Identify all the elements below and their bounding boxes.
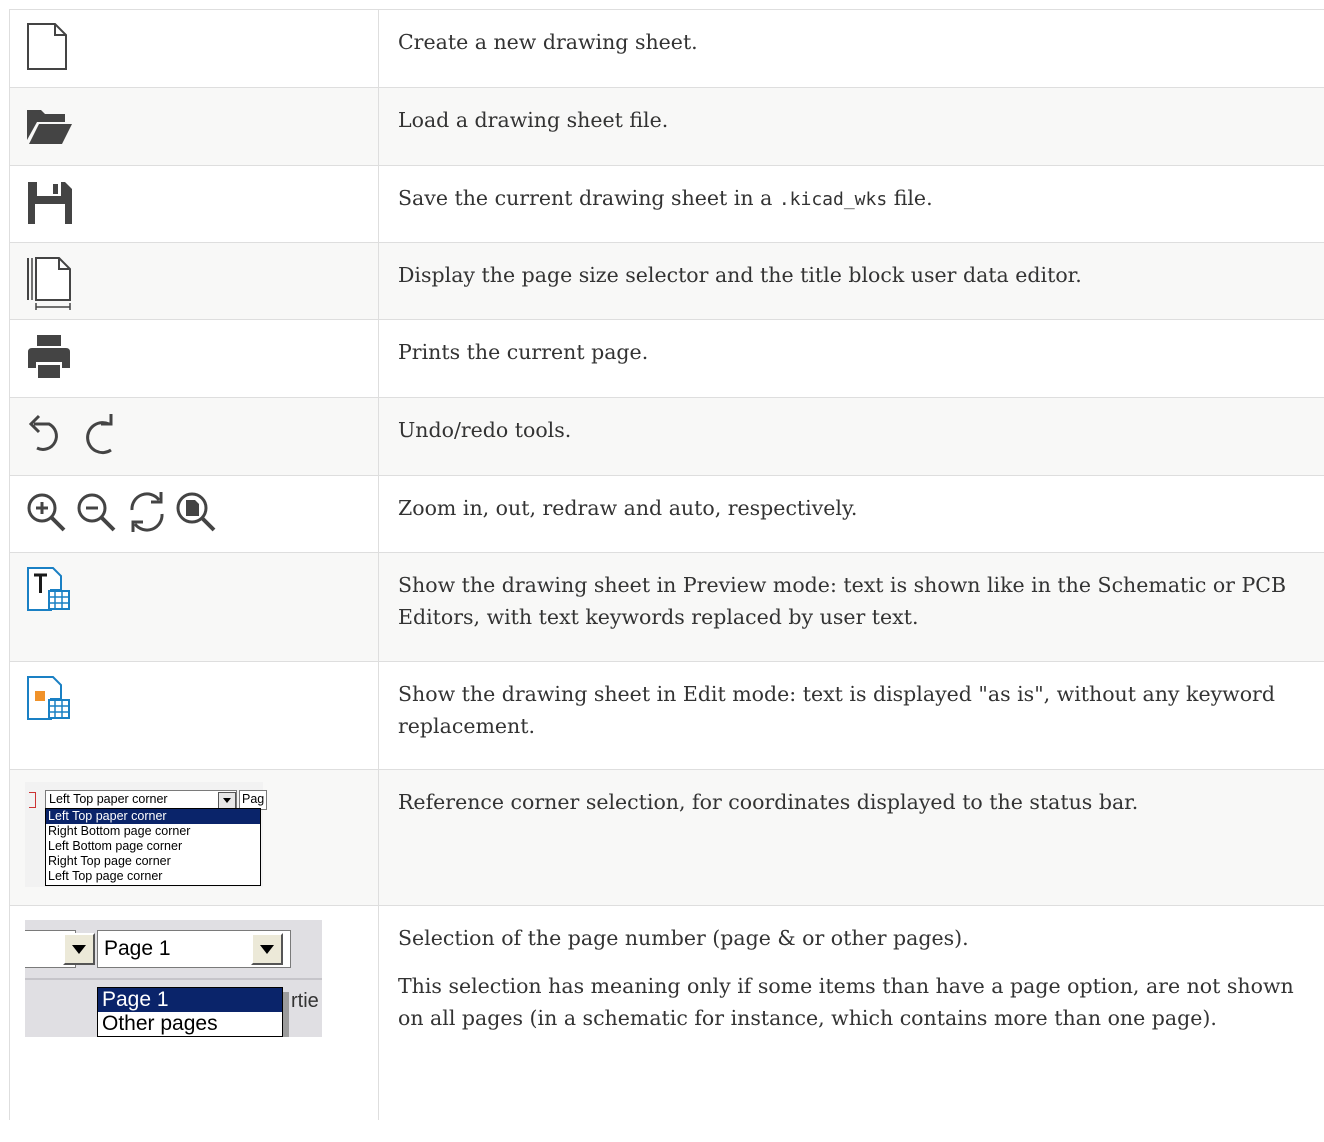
redo-icon — [86, 414, 113, 455]
dropdown-option[interactable]: Other pages — [98, 1012, 282, 1036]
chevron-down-icon[interactable] — [251, 933, 283, 965]
dropdown-option[interactable]: Left Top paper corner — [46, 809, 260, 824]
table-row: Zoom in, out, redraw and auto, respectiv… — [9, 475, 1324, 553]
icon-cell — [9, 9, 379, 88]
dropdown-option[interactable]: Right Top page corner — [46, 854, 260, 869]
icon-cell — [9, 552, 379, 662]
toolbar-edge — [29, 792, 36, 808]
dropdown-option[interactable]: Left Bottom page corner — [46, 839, 260, 854]
description-cell: Display the page size selector and the t… — [378, 242, 1324, 320]
table-row: Show the drawing sheet in Preview mode: … — [9, 552, 1324, 662]
icon-cell — [9, 397, 379, 476]
icon-cell — [9, 475, 379, 553]
icon-cell — [9, 87, 379, 166]
open-folder-icon — [27, 110, 72, 144]
description-text: file. — [887, 186, 933, 210]
corner-select[interactable]: Left Top paper corner — [45, 790, 237, 810]
description-cell: Reference corner selection, for coordina… — [378, 769, 1324, 906]
save-floppy-icon — [28, 182, 72, 224]
table-row: Prints the current page. — [9, 319, 1324, 398]
dropdown-option[interactable]: Right Bottom page corner — [46, 824, 260, 839]
undo-icon — [28, 414, 58, 451]
page-selector-screenshot: Page 1 rtie Page 1 Other pages — [25, 920, 322, 1037]
edit-mode-icon — [27, 676, 70, 720]
page-settings-icon — [27, 257, 71, 310]
page-select-partial[interactable]: Pag — [239, 790, 267, 810]
redraw-icon — [130, 492, 164, 532]
icon-cell — [9, 661, 379, 770]
description-cell: Prints the current page. — [378, 319, 1324, 398]
icon-cell — [9, 165, 379, 243]
table-row: Page 1 rtie Page 1 Other pages Selection… — [9, 905, 1324, 1120]
table-row: Save the current drawing sheet in a .kic… — [9, 165, 1324, 243]
icon-cell: Page 1 rtie Page 1 Other pages — [9, 905, 379, 1120]
zoom-in-icon — [27, 493, 66, 532]
dropdown-option[interactable]: Left Top page corner — [46, 869, 260, 884]
chevron-down-icon[interactable] — [218, 792, 236, 809]
table-row: Create a new drawing sheet. — [9, 9, 1324, 88]
table-row: Undo/redo tools. — [9, 397, 1324, 476]
description-cell: Undo/redo tools. — [378, 397, 1324, 476]
zoom-auto-icon — [176, 492, 216, 532]
new-document-icon — [27, 23, 67, 70]
description-text: Display the page size selector and the t… — [398, 263, 1082, 287]
table-row: Load a drawing sheet file. — [9, 87, 1324, 166]
description-cell: Save the current drawing sheet in a .kic… — [378, 165, 1324, 243]
file-extension-code: .kicad_wks — [778, 189, 888, 210]
toolbar-divider — [25, 978, 322, 980]
icon-cell: Left Top paper corner Pag Left Top paper… — [9, 769, 379, 906]
description-paragraph: This selection has meaning only if some … — [398, 974, 1294, 1030]
description-cell: Load a drawing sheet file. — [378, 87, 1324, 166]
description-cell: Selection of the page number (page & or … — [378, 905, 1324, 1120]
corner-dropdown-list: Left Top paper corner Right Bottom page … — [45, 808, 261, 886]
icon-cell — [9, 242, 379, 320]
description-cell: Zoom in, out, redraw and auto, respectiv… — [378, 475, 1324, 553]
dropdown-option[interactable]: Page 1 — [98, 988, 282, 1012]
description-text: Reference corner selection, for coordina… — [398, 790, 1139, 814]
page-select-partial-text: Pag — [242, 792, 265, 806]
table-row: Show the drawing sheet in Edit mode: tex… — [9, 661, 1324, 770]
description-text: Show the drawing sheet in Edit mode: tex… — [398, 682, 1275, 738]
background-text: rtie — [291, 990, 319, 1012]
description-paragraph: Selection of the page number (page & or … — [398, 926, 969, 950]
description-text: Show the drawing sheet in Preview mode: … — [398, 573, 1287, 629]
page-dropdown-list: Page 1 Other pages — [97, 987, 283, 1037]
toolbar-reference-table: Create a new drawing sheet. Load a drawi… — [9, 9, 1324, 1120]
print-icon — [28, 335, 70, 378]
dropdown-shadow — [283, 992, 289, 1037]
description-text: Prints the current page. — [398, 340, 649, 364]
description-cell: Show the drawing sheet in Preview mode: … — [378, 552, 1324, 662]
description-text: Save the current drawing sheet in a — [398, 186, 779, 210]
preview-mode-icon — [27, 567, 70, 611]
corner-selector-screenshot: Left Top paper corner Pag Left Top paper… — [25, 782, 267, 887]
icon-cell — [9, 319, 379, 398]
description-text: Zoom in, out, redraw and auto, respectiv… — [398, 496, 858, 520]
table-row: Display the page size selector and the t… — [9, 242, 1324, 320]
corner-select-value: Left Top paper corner — [49, 792, 168, 806]
table-row: Left Top paper corner Pag Left Top paper… — [9, 769, 1324, 906]
description-cell: Show the drawing sheet in Edit mode: tex… — [378, 661, 1324, 770]
description-text: Create a new drawing sheet. — [398, 30, 698, 54]
chevron-down-icon[interactable] — [63, 933, 95, 965]
page-select-value: Page 1 — [104, 937, 171, 960]
description-text: Undo/redo tools. — [398, 418, 572, 442]
zoom-out-icon — [77, 493, 116, 532]
description-text: Load a drawing sheet file. — [398, 108, 669, 132]
description-cell: Create a new drawing sheet. — [378, 9, 1324, 88]
